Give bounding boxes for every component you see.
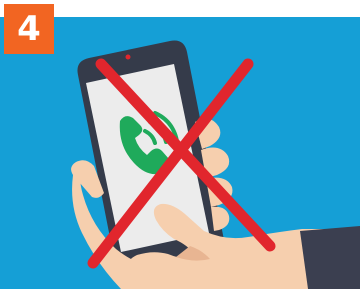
step-number: 4 [17,9,41,49]
top-strip [0,0,360,17]
step-number-badge: 4 [4,4,54,54]
pointing-hand-sleeve [300,226,360,289]
phone-camera [125,54,131,60]
illustration-panel [0,17,360,289]
hand-holding-phone-illustration [0,17,360,289]
step-card: 4 [0,0,360,289]
